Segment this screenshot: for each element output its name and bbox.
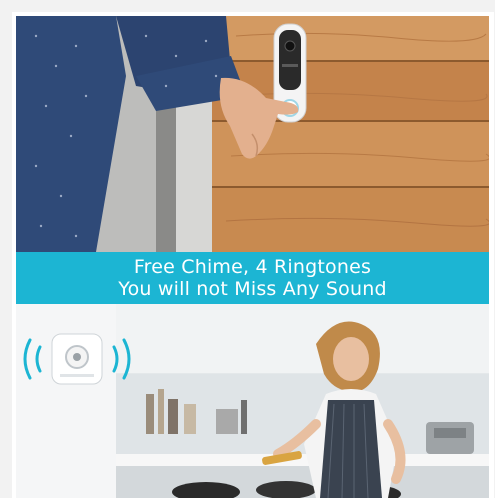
wireless-chime xyxy=(51,333,103,385)
product-image-card: Free Chime, 4 Ringtones You will not Mis… xyxy=(12,12,494,498)
banner-line-1: Free Chime, 4 Ringtones xyxy=(133,256,372,278)
banner-line-2: You will not Miss Any Sound xyxy=(118,278,387,300)
doorbell-scene-illustration xyxy=(16,16,489,252)
kitchen-scene-illustration xyxy=(16,304,489,498)
doorbell-press-photo xyxy=(16,16,489,252)
feature-banner: Free Chime, 4 Ringtones You will not Mis… xyxy=(16,252,489,304)
kitchen-chime-photo xyxy=(16,304,489,498)
